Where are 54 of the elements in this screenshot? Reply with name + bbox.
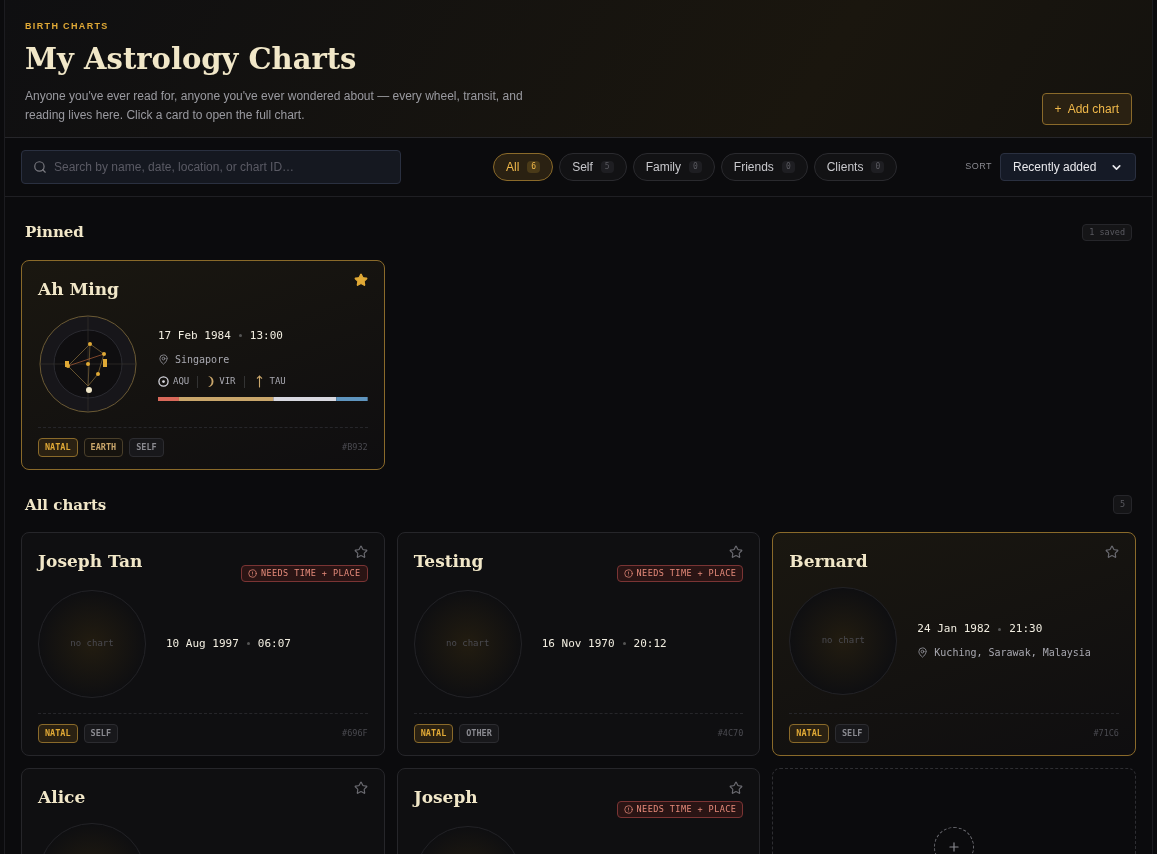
chart-id: #B932 [342, 440, 368, 454]
eyebrow-label: BIRTH CHARTS [25, 20, 110, 33]
plus-icon: + [1054, 100, 1062, 118]
count-badge: 6 [527, 161, 541, 173]
tag: NATAL [38, 724, 78, 743]
chart-name: Bernard [789, 550, 868, 573]
tag: EARTH [83, 437, 124, 457]
chart-name: Alice [38, 786, 86, 809]
page-description: Anyone you've ever read for, anyone you've ever wondered about — every wheel, transit, and reading lives here. Click a card to open the full chart. [25, 88, 524, 124]
warning-badge: NEEDS TIME + PLACE [616, 801, 744, 818]
chart-id: #4C70 [717, 727, 744, 740]
sort-dropdown[interactable]: Recently added [1000, 153, 1136, 181]
tag: NATAL [38, 437, 78, 457]
count-badge: 5 [1112, 495, 1132, 515]
chart-id: #71C6 [1093, 727, 1119, 740]
birth-time: 20:12 [633, 635, 667, 652]
section-title: All charts [25, 494, 107, 516]
page-title: My Astrology Charts [25, 40, 358, 78]
add-chart-button[interactable]: + Add chart [1041, 93, 1132, 125]
count-badge: 1 saved [1082, 223, 1132, 241]
chart-name: Joseph [413, 786, 478, 809]
filter-chip[interactable]: All 6 [493, 153, 554, 181]
sign-label: TAU [269, 375, 286, 388]
chart-card[interactable]: Ah Ming 17 Feb 1984 13:00 Singapore AQU VIR TAU NATAL EARTH SELF #B932 [21, 259, 385, 470]
birth-location: Singapore [175, 353, 230, 367]
section-title: Pinned [25, 222, 84, 243]
birth-time: 21:30 [1009, 620, 1043, 637]
chart-card[interactable]: Joseph NEEDS TIME + PLACE [396, 768, 761, 854]
birth-time: 13:00 [249, 327, 283, 344]
search-field[interactable]: Search by name, date, location, or chart ID… [21, 150, 401, 184]
count-badge: 0 [871, 161, 885, 173]
birth-date: 10 Aug 1997 [166, 635, 239, 652]
tag: SELF [129, 437, 164, 457]
tag: SELF [834, 724, 870, 743]
chart-card[interactable]: Alice [21, 768, 385, 854]
filter-chip[interactable]: Clients 0 [813, 153, 898, 181]
birth-date: 17 Feb 1984 [158, 327, 231, 344]
tag: NATAL [789, 724, 829, 743]
sort-label: SORT [965, 160, 992, 174]
chart-name: Joseph Tan [38, 550, 143, 573]
tag: NATAL [413, 724, 454, 743]
chart-id: #696F [342, 727, 368, 740]
sign-label: AQU [173, 375, 190, 388]
tag: SELF [83, 724, 119, 743]
warning-badge: NEEDS TIME + PLACE [240, 565, 368, 582]
warning-badge: NEEDS TIME + PLACE [616, 565, 744, 582]
chart-name: Ah Ming [38, 277, 119, 301]
birth-time: 06:07 [257, 635, 291, 652]
birth-location: Kuching, Sarawak, Malaysia [934, 646, 1091, 661]
tag: OTHER [459, 724, 499, 743]
birth-date: 24 Jan 1982 [917, 620, 991, 637]
birth-date: 16 Nov 1970 [541, 635, 615, 652]
chart-name: Testing [413, 550, 484, 573]
sign-label: VIR [219, 375, 236, 388]
